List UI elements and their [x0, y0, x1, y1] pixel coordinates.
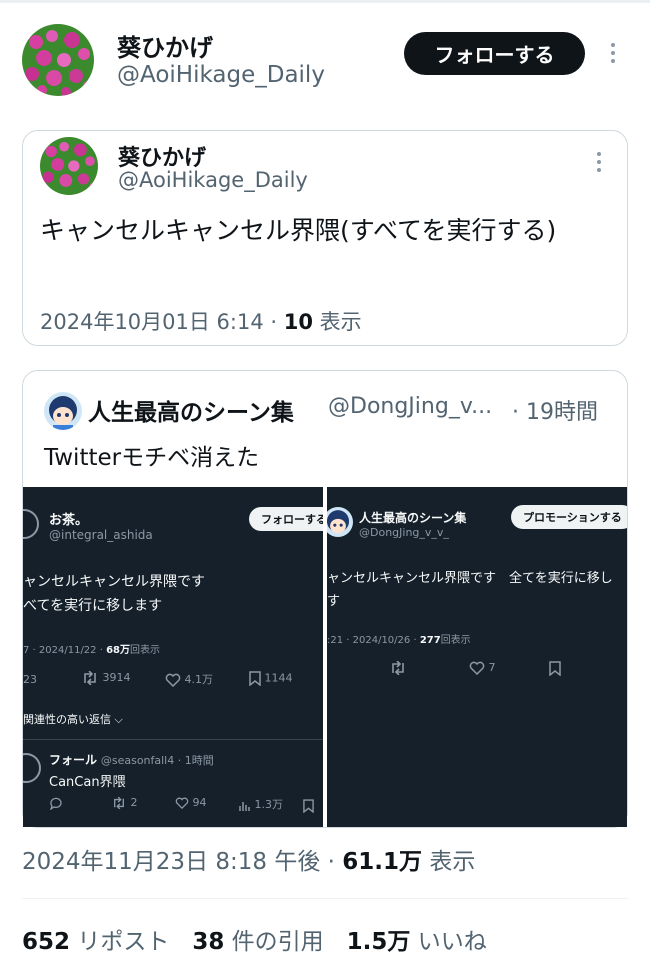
likes-stat[interactable]: 1.5万 いいね [347, 929, 487, 955]
shot-left-bookmarks-count: 1144 [264, 671, 293, 685]
shot-left-likes-count: 4.1万 [184, 673, 214, 686]
quoted-views-label: 表示 [312, 310, 362, 334]
shot-left-views: 68万 [106, 645, 130, 656]
shot-left-reply-handle: @seasonfall4 · 1時間 [100, 754, 214, 767]
quote-card-time: · 19時間 [512, 400, 598, 425]
reposts-stat[interactable]: 652 リポスト [22, 929, 192, 955]
shot-left-date: 7 · 2024/11/22 · [23, 645, 107, 656]
shot-right-repost [389, 661, 407, 675]
tweet-views-label: 表示 [422, 849, 476, 875]
repost-icon [84, 671, 96, 685]
quoted-more-icon[interactable] [597, 152, 601, 172]
quotes-stat[interactable]: 38 件の引用 [192, 929, 346, 955]
engagement-stats: 652 リポスト 38 件の引用 1.5万 いいね [22, 922, 487, 956]
top-divider [0, 0, 650, 3]
analytics-icon [239, 801, 250, 811]
reposts-count: 652 [22, 929, 71, 955]
quote-card-text: Twitterモチベ消えた [44, 445, 260, 471]
shot-left-replies: 23 [23, 673, 37, 686]
follow-button[interactable]: フォローする [404, 32, 585, 75]
bookmark-icon [303, 798, 314, 813]
shot-left-separator [23, 739, 323, 740]
shot-left-avatar [23, 509, 39, 539]
shot-right-meta: :21 · 2024/10/26 · 277回表示 [327, 631, 471, 646]
shot-left-bookmark: 1144 [249, 671, 293, 686]
shot-left-reply-repost: 2 [111, 796, 138, 809]
shot-right-date: :21 · 2024/10/26 · [327, 635, 420, 646]
more-options-icon[interactable] [611, 43, 615, 63]
author-avatar[interactable] [22, 24, 94, 96]
shot-right-likes-count: 7 [488, 661, 496, 674]
quote-card-author-name[interactable]: 人生最高のシーン集 [88, 393, 294, 427]
shot-left-reply-text: CanCan界隈 [49, 775, 126, 790]
bookmark-icon [249, 671, 261, 686]
shot-left-reply-header: フォール @seasonfall4 · 1時間 [49, 751, 214, 768]
quoted-date: 2024年10月01日 6:14 · [40, 310, 284, 334]
shot-left-reply-bookmark [303, 795, 314, 814]
tweet-date[interactable]: 2024年11月23日 8:18 午後 · [22, 849, 342, 875]
shot-left-relevance: 関連性の高い返信 ⌵ [23, 711, 123, 727]
quotes-label: 件の引用 [224, 929, 347, 955]
heart-icon [469, 661, 485, 675]
shot-left-line2: べてを実行に移します [23, 598, 163, 614]
reposts-label: リポスト [70, 929, 193, 955]
shot-right-name: 人生最高のシーン集 [359, 511, 467, 525]
shot-right-views-label: 回表示 [440, 635, 471, 646]
likes-count: 1.5万 [346, 929, 411, 955]
shot-left-reply-like: 94 [175, 796, 207, 809]
quote-card-avatar[interactable] [44, 392, 82, 430]
shot-right-promote-button: プロモーションする [511, 505, 627, 529]
shot-left-reply-reposts: 2 [130, 796, 138, 809]
shot-left-views-label: 回表示 [130, 645, 160, 656]
shot-left-line1: ャンセルキャンセル界隈です [23, 574, 205, 590]
screenshot-image-right[interactable]: 人生最高のシーン集 @DongJing_v_v_ プロモーションする ャンセルキ… [327, 487, 627, 827]
repost-icon [114, 797, 124, 809]
shot-right-views: 277 [419, 635, 441, 646]
heart-icon [165, 673, 181, 687]
quotes-count: 38 [192, 929, 225, 955]
likes-label: いいね [410, 929, 487, 955]
quoted-tweet-meta: 2024年10月01日 6:14 · 10 表示 [40, 306, 362, 336]
shot-right-line2: す [327, 594, 341, 609]
shot-left-reply-views: 1.3万 [239, 796, 283, 812]
quoted-views-count: 10 [283, 310, 313, 334]
shot-right-line1: ャンセルキャンセル界隈です 全てを実行に移し [327, 571, 613, 586]
shot-right-bookmark [549, 661, 561, 676]
shot-left-reply-views-count: 1.3万 [254, 798, 284, 811]
shot-left-reply-likes: 94 [192, 796, 207, 809]
quoted-tweet-text: キャンセルキャンセル界隈(すべてを実行する) [40, 216, 557, 245]
author-name[interactable]: 葵ひかげ [117, 28, 213, 63]
tweet-views-count: 61.1万 [342, 849, 423, 875]
shot-left-meta: 7 · 2024/11/22 · 68万回表示 [23, 641, 160, 656]
shot-right-avatar [327, 507, 353, 537]
screenshot-image-left[interactable]: お茶。 @integral_ashida フォローする ャンセルキャンセル界隈で… [23, 487, 323, 827]
quoted-avatar[interactable] [40, 137, 98, 195]
quoted-author-handle[interactable]: @AoiHikage_Daily [118, 168, 308, 192]
shot-left-relevance-label: 関連性の高い返信 [23, 713, 111, 726]
shot-left-reposts-count: 3914 [102, 671, 131, 684]
shot-left-name: お茶。 [49, 513, 89, 528]
shot-left-repost: 3914 [81, 671, 131, 685]
comment-icon [49, 797, 62, 810]
bookmark-icon [549, 661, 561, 676]
tweet-timestamp: 2024年11月23日 8:18 午後 · 61.1万 表示 [22, 842, 475, 876]
quote-card-author-handle[interactable]: @DongJing_v... [328, 394, 492, 419]
repost-icon [392, 661, 404, 675]
shot-right-like: 7 [469, 661, 496, 675]
shot-left-reply-avatar [23, 753, 41, 783]
shot-left-reply-name: フォール [49, 753, 98, 767]
shot-left-reply-comment [49, 796, 63, 810]
author-handle[interactable]: @AoiHikage_Daily [117, 62, 325, 88]
shot-left-like: 4.1万 [165, 671, 213, 687]
shot-right-handle: @DongJing_v_v_ [359, 526, 449, 539]
heart-icon [175, 797, 189, 809]
footer-divider [22, 898, 628, 899]
shot-left-follow-button: フォローする [249, 507, 323, 531]
chevron-down-icon: ⌵ [114, 713, 123, 726]
shot-left-handle: @integral_ashida [49, 528, 153, 542]
